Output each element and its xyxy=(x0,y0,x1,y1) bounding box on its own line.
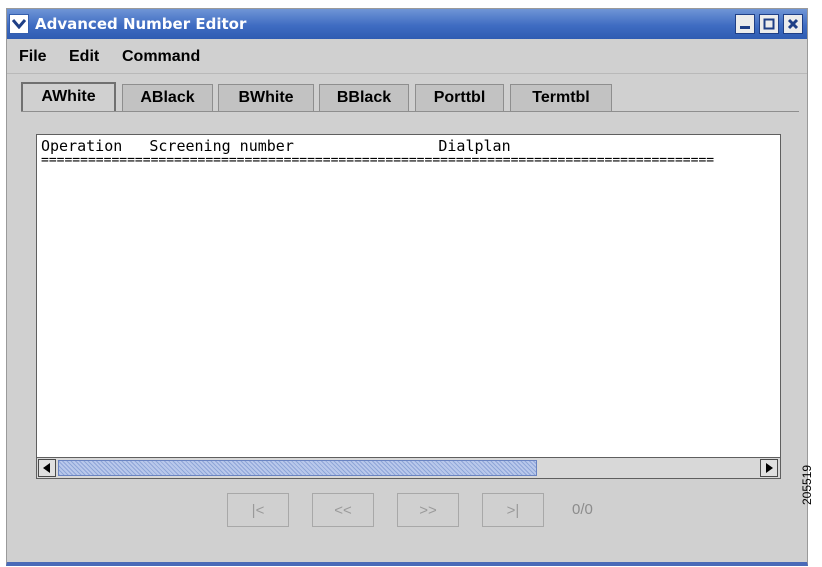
figure-id: 205519 xyxy=(800,464,814,505)
table-separator: ========================================… xyxy=(41,153,715,168)
close-button[interactable] xyxy=(783,14,803,34)
tab-porttbl[interactable]: Porttbl xyxy=(415,84,504,112)
scrollbar-thumb[interactable] xyxy=(58,460,537,476)
menu-file[interactable]: File xyxy=(19,48,47,66)
last-page-button[interactable]: >| xyxy=(482,493,544,527)
previous-page-button[interactable]: << xyxy=(312,493,374,527)
tab-awhite[interactable]: AWhite xyxy=(21,82,116,112)
next-page-button[interactable]: >> xyxy=(397,493,459,527)
tab-strip-border xyxy=(21,111,799,112)
first-page-button[interactable]: |< xyxy=(227,493,289,527)
page-count: 0/0 xyxy=(572,501,593,518)
menu-edit[interactable]: Edit xyxy=(69,48,99,66)
advanced-number-editor-window: Advanced Number Editor File Edit Command… xyxy=(6,8,808,566)
tab-termtbl[interactable]: Termtbl xyxy=(510,84,612,112)
arrow-left-icon xyxy=(43,463,50,473)
close-icon xyxy=(787,18,799,30)
arrow-right-icon xyxy=(766,463,773,473)
window-menu-button[interactable] xyxy=(9,14,29,34)
minimize-icon xyxy=(740,26,750,29)
chevron-down-icon xyxy=(12,19,26,29)
number-table-panel[interactable]: Operation Screening number Dialplan ====… xyxy=(36,134,781,479)
title-bar[interactable]: Advanced Number Editor xyxy=(7,9,807,39)
menu-bar: File Edit Command xyxy=(7,39,807,74)
scroll-left-button[interactable] xyxy=(38,459,56,477)
window-title: Advanced Number Editor xyxy=(35,15,247,33)
tab-bwhite[interactable]: BWhite xyxy=(218,84,314,112)
maximize-icon xyxy=(763,18,775,30)
maximize-button[interactable] xyxy=(759,14,779,34)
minimize-button[interactable] xyxy=(735,14,755,34)
menu-command[interactable]: Command xyxy=(122,48,200,66)
scroll-right-button[interactable] xyxy=(760,459,778,477)
tab-bblack[interactable]: BBlack xyxy=(319,84,409,112)
tab-ablack[interactable]: ABlack xyxy=(122,84,213,112)
horizontal-scrollbar[interactable] xyxy=(37,457,780,478)
